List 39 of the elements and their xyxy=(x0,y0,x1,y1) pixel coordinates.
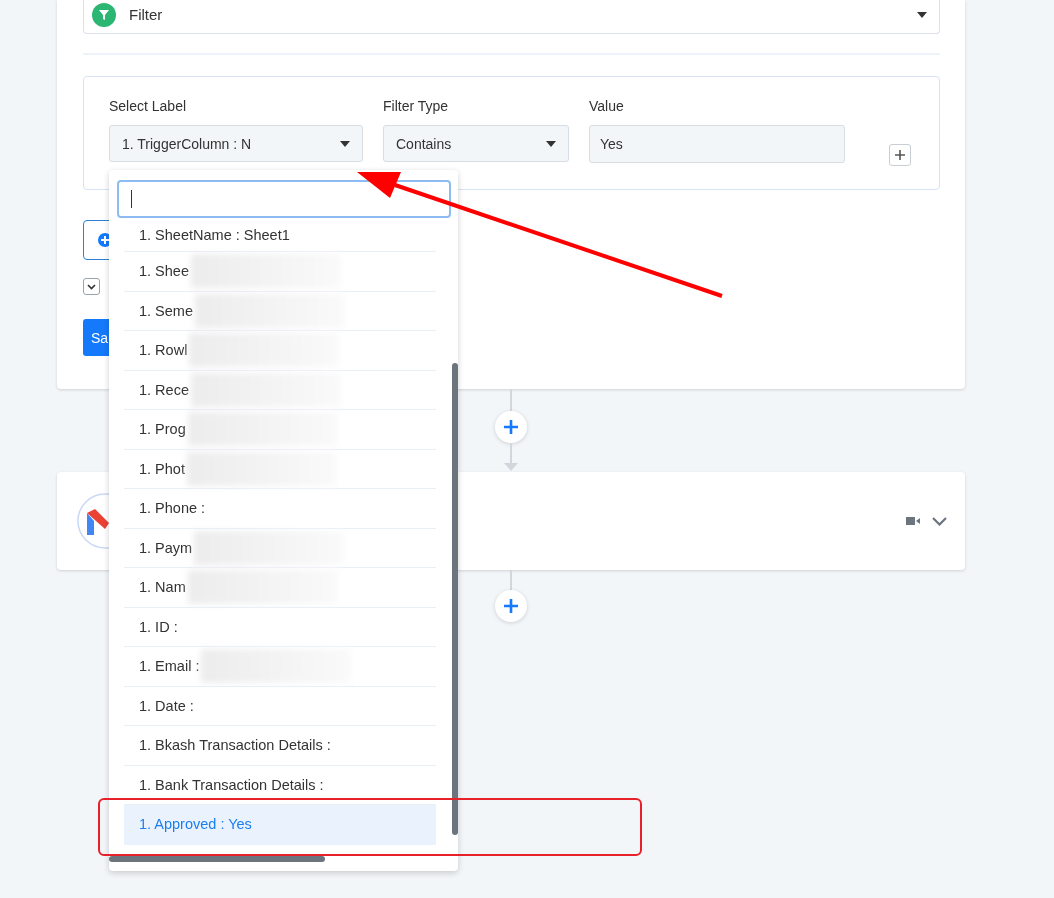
step-title: Filter xyxy=(129,6,164,23)
dropdown-option[interactable]: 1. Email : xyxy=(124,647,436,687)
field-label: Filter Type xyxy=(383,98,450,114)
add-condition-button[interactable] xyxy=(889,144,911,166)
step-select[interactable]: Filter xyxy=(83,0,940,34)
field-label: Value xyxy=(589,98,625,114)
dropdown-option[interactable]: 1. Prog xyxy=(124,410,436,450)
chevron-down-icon xyxy=(87,283,96,290)
horizontal-scrollbar[interactable] xyxy=(109,856,325,862)
field-label: Select Label xyxy=(109,98,188,114)
value-field[interactable]: Yes xyxy=(589,125,845,163)
dropdown-option[interactable]: 1. Phot xyxy=(124,449,436,489)
add-step-button[interactable] xyxy=(495,590,527,622)
chevron-down-icon[interactable] xyxy=(932,516,947,526)
dropdown-option[interactable]: 1. Rece xyxy=(124,370,436,410)
select-field[interactable]: 1. TriggerColumn : N xyxy=(109,125,363,162)
dropdown-option[interactable]: 1. Rowl xyxy=(124,331,436,371)
dropdown-option[interactable]: 1. Phone : xyxy=(124,489,436,529)
collapse-toggle[interactable] xyxy=(83,278,100,295)
plus-icon xyxy=(504,599,518,613)
dropdown-option[interactable]: 1. SheetName : Sheet1 xyxy=(124,218,436,252)
add-step-button[interactable] xyxy=(495,411,527,443)
dropdown-option[interactable]: 1. Approved : Yes xyxy=(124,805,436,845)
dropdown-option[interactable]: 1. Paym xyxy=(124,528,436,568)
select-field[interactable]: Contains xyxy=(383,125,569,162)
video-icon xyxy=(906,516,920,526)
plus-icon xyxy=(504,420,518,434)
plus-icon xyxy=(895,150,905,160)
caret-icon xyxy=(546,140,556,147)
vertical-scrollbar[interactable] xyxy=(452,363,458,835)
caret-icon xyxy=(917,11,927,18)
dropdown-option[interactable]: 1. Shee xyxy=(124,252,436,292)
dropdown-option[interactable]: 1. ID : xyxy=(124,607,436,647)
search-field[interactable] xyxy=(117,180,451,218)
dropdown-option[interactable]: 1. Nam xyxy=(124,568,436,608)
dropdown-option[interactable]: 1. Date : xyxy=(124,686,436,726)
dropdown-option[interactable]: 1. Bkash Transaction Details : xyxy=(124,726,436,766)
dropdown-option[interactable]: 1. Seme xyxy=(124,291,436,331)
caret-icon xyxy=(340,140,350,147)
